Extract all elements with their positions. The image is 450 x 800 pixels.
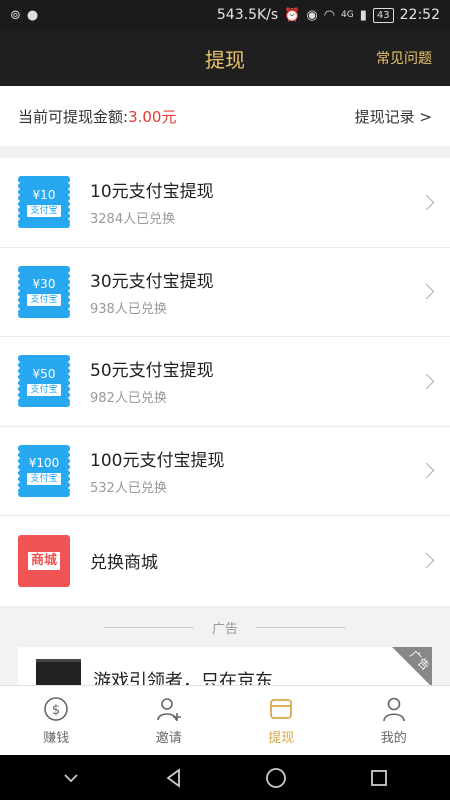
coupon-tag: 支付宝 [27,294,61,307]
option-title: 10元支付宝提现 [90,182,214,203]
chevron-right-icon [418,462,435,479]
withdraw-option-30[interactable]: ¥30 支付宝 30元支付宝提现 938人已兑换 [0,248,450,337]
person-icon [382,697,405,722]
page-title: 提现 [205,47,245,72]
alipay-coupon-icon: ¥50 支付宝 [16,355,72,408]
tab-label: 提现 [268,731,295,746]
tab-withdraw[interactable]: 提现 [225,686,338,755]
ad-card[interactable]: 游戏引领者，只在京东 广告 [18,647,432,687]
clock: 22:52 [399,7,440,23]
coupon-tag: 支付宝 [27,383,61,396]
tab-label: 邀请 [155,731,182,746]
back-icon[interactable] [162,766,186,790]
coupon-amount: ¥50 [32,366,56,381]
tab-label: 我的 [380,731,407,746]
ad-divider: 广告 [0,612,450,642]
withdraw-options-list: ¥10 支付宝 10元支付宝提现 3284人已兑换 ¥30 支付宝 30元支付宝… [0,158,450,606]
coupon-tag: 支付宝 [27,204,61,217]
wifi-icon: ◠ [323,7,336,23]
exchange-mall-item[interactable]: 商城 兑换商城 [0,516,450,606]
option-subtitle: 982人已兑换 [90,391,167,407]
tab-invite[interactable]: 邀请 [113,686,226,755]
option-subtitle: 938人已兑换 [90,301,167,317]
ad-thumbnail [36,659,81,687]
divider-line [103,626,194,628]
coupon-amount: ¥10 [32,187,56,202]
divider-line [256,626,346,628]
option-subtitle: 532人已兑换 [90,480,167,496]
home-icon[interactable] [264,766,288,790]
recent-apps-icon[interactable] [367,766,391,790]
wallet-icon [270,699,293,719]
status-bar: ⊚ ● 543.5K/s ⏰ ◉ ◠ 4G ▮ 43 22:52 [0,0,450,30]
title-bar: 提现 常见问题 [0,30,450,86]
eye-icon: ◉ [306,7,318,23]
add-user-icon [156,698,181,721]
network-speed: 543.5K/s [216,7,279,23]
coupon-amount: ¥30 [32,277,56,292]
alipay-coupon-icon: ¥10 支付宝 [16,176,72,229]
chevron-right-icon [418,552,435,569]
signal-icon: ▮ [359,7,367,23]
option-subtitle: 3284人已兑换 [90,212,176,228]
ad-text: 游戏引领者，只在京东 [93,671,273,687]
balance-bar: 当前可提现金额: 3.00元 提现记录 > [0,86,450,146]
ad-divider-label: 广告 [211,621,238,637]
network-type: 4G [341,10,354,20]
alipay-coupon-icon: ¥100 支付宝 [16,444,72,497]
chevron-right-icon [418,283,435,300]
balance-label: 当前可提现金额: [18,107,129,126]
coupon-amount: ¥100 [28,456,60,471]
bottom-tab-bar: $ 赚钱 邀请 提现 我的 [0,685,450,755]
chevron-right-icon [418,194,435,211]
option-title: 30元支付宝提现 [90,271,214,292]
withdraw-option-50[interactable]: ¥50 支付宝 50元支付宝提现 982人已兑换 [0,337,450,427]
chevron-right-icon [418,373,435,390]
coupon-tag: 支付宝 [27,473,61,486]
message-icon: ● [26,7,39,23]
mall-icon: 商城 [18,534,70,587]
svg-text:$: $ [52,703,60,718]
withdraw-records-link[interactable]: 提现记录 > [355,106,432,127]
battery-indicator: 43 [372,7,394,23]
system-navigation-bar [0,755,450,800]
faq-link[interactable]: 常见问题 [376,48,432,68]
tab-earn[interactable]: $ 赚钱 [0,686,113,755]
option-title: 100元支付宝提现 [90,450,225,471]
alarm-icon: ⏰ [284,7,301,23]
withdraw-option-10[interactable]: ¥10 支付宝 10元支付宝提现 3284人已兑换 [0,158,450,248]
mall-title: 兑换商城 [90,553,158,574]
tab-label: 赚钱 [43,731,70,746]
coin-icon: $ [44,697,69,721]
withdraw-option-100[interactable]: ¥100 支付宝 100元支付宝提现 532人已兑换 [0,427,450,516]
balance-amount: 3.00元 [128,107,177,126]
weibo-icon: ⊚ [10,7,21,23]
mall-icon-text: 商城 [27,551,60,570]
tab-profile[interactable]: 我的 [338,686,450,755]
chevron-down-icon[interactable] [59,766,83,790]
alipay-coupon-icon: ¥30 支付宝 [16,265,72,318]
option-title: 50元支付宝提现 [90,361,214,382]
